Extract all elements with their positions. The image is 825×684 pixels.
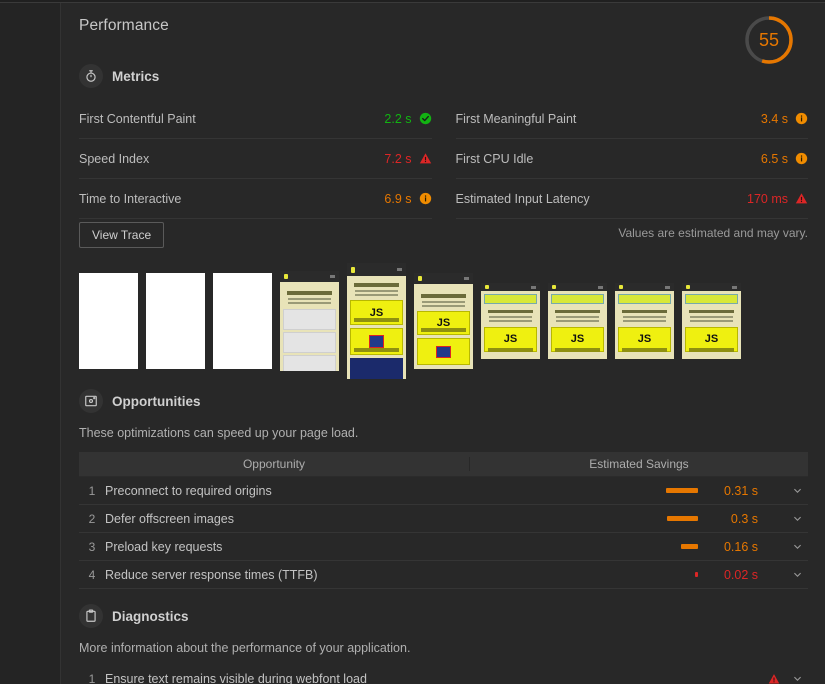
opportunities-section-header: Opportunities [79,388,825,414]
view-trace-button[interactable]: View Trace [79,222,165,248]
metric-value: 6.5 s [760,151,788,166]
table-row[interactable]: 1 Ensure text remains visible during web… [79,665,808,684]
diagnostic-name: Ensure text remains visible during webfo… [105,671,367,684]
opportunity-name: Defer offscreen images [105,511,234,526]
performance-score-gauge: 55 [742,13,796,67]
chevron-down-icon[interactable] [786,541,808,552]
filmstrip-frame: JS [682,283,741,359]
filmstrip: JS JS JS JS JS JS [79,263,825,379]
metric-row[interactable]: Estimated Input Latency 170 ms [455,179,808,219]
check-circle-icon [419,112,432,125]
savings-bar-cell [614,516,704,521]
row-index: 3 [88,539,96,554]
diagnostics-description: More information about the performance o… [79,641,411,655]
view-trace-wrap: View Trace [79,222,825,266]
left-gutter [0,3,60,684]
warning-triangle-icon [762,673,786,684]
metric-name: Time to Interactive [79,191,182,206]
savings-bar [667,516,698,521]
performance-score-value: 55 [758,29,780,50]
info-circle-icon [419,192,432,205]
metrics-estimate-note: Values are estimated and may vary. [618,226,808,240]
metric-value: 2.2 s [384,111,412,126]
row-index: 4 [88,567,96,582]
chevron-down-icon[interactable] [786,673,808,684]
metrics-section-title: Metrics [112,68,160,84]
filmstrip-frame: JS [414,273,473,369]
metric-row[interactable]: First CPU Idle 6.5 s [455,139,808,179]
savings-bar-cell [614,544,704,549]
row-index: 1 [88,483,96,498]
filmstrip-frame [280,271,339,371]
chevron-down-icon[interactable] [786,513,808,524]
row-index: 1 [88,671,96,684]
page-title: Performance [79,17,169,34]
table-row[interactable]: 2 Defer offscreen images 0.3 s [79,505,808,533]
savings-bar [681,544,698,549]
opportunity-name: Preload key requests [105,539,223,554]
performance-header: Performance 55 [61,3,825,64]
opportunities-description: These optimizations can speed up your pa… [79,426,359,440]
table-row[interactable]: 1 Preconnect to required origins 0.31 s [79,477,808,505]
lighthouse-performance-report: Performance 55 Metrics First Contentful … [0,0,825,684]
metric-name: First Contentful Paint [79,111,196,126]
metric-name: First Meaningful Paint [455,111,577,126]
info-circle-icon [795,152,808,165]
savings-value: 0.16 s [723,539,758,554]
metric-value: 170 ms [747,191,788,206]
metrics-column-right: First Meaningful Paint 3.4 s First CPU I… [455,99,808,219]
performance-panel: Performance 55 Metrics First Contentful … [60,3,825,684]
metric-value: 7.2 s [384,151,412,166]
metric-name: Speed Index [79,151,150,166]
filmstrip-frame [79,273,138,369]
row-index: 2 [88,511,96,526]
chevron-down-icon[interactable] [786,485,808,496]
clipboard-icon [79,604,103,628]
column-header-opportunity: Opportunity [79,457,470,471]
metric-name: First CPU Idle [455,151,534,166]
metric-row[interactable]: First Contentful Paint 2.2 s [79,99,432,139]
savings-bar [695,572,698,577]
savings-value: 0.3 s [730,511,758,526]
metrics-grid: First Contentful Paint 2.2 s Speed Index… [79,99,808,219]
opportunities-table: Opportunity Estimated Savings 1 Preconne… [79,452,808,589]
filmstrip-frame: JS [615,283,674,359]
opportunities-section-title: Opportunities [112,393,201,409]
metrics-section-header: Metrics [79,63,825,89]
savings-bar-cell [614,572,704,577]
opportunity-name: Reduce server response times (TTFB) [105,567,318,582]
opportunity-name: Preconnect to required origins [105,483,272,498]
filmstrip-frame: JS [548,283,607,359]
diagnostics-section-header: Diagnostics [79,603,825,629]
metric-value: 3.4 s [760,111,788,126]
chevron-down-icon[interactable] [786,569,808,580]
metrics-column-left: First Contentful Paint 2.2 s Speed Index… [79,99,432,219]
filmstrip-frame: JS [481,283,540,359]
metric-row[interactable]: Time to Interactive 6.9 s [79,179,432,219]
warning-triangle-icon [795,192,808,205]
diagnostics-table: 1 Ensure text remains visible during web… [79,665,808,684]
table-row[interactable]: 3 Preload key requests 0.16 s [79,533,808,561]
metric-value: 6.9 s [384,191,412,206]
table-row[interactable]: 4 Reduce server response times (TTFB) 0.… [79,561,808,589]
filmstrip-frame: JS [347,263,406,379]
metric-name: Estimated Input Latency [455,191,590,206]
metric-row[interactable]: Speed Index 7.2 s [79,139,432,179]
stopwatch-icon [79,64,103,88]
info-circle-icon [795,112,808,125]
savings-value: 0.02 s [723,567,758,582]
opportunities-table-header: Opportunity Estimated Savings [79,452,808,477]
diagnostics-section-title: Diagnostics [112,608,189,624]
filmstrip-frame [213,273,272,369]
column-header-savings: Estimated Savings [589,457,689,471]
savings-value: 0.31 s [723,483,758,498]
image-add-icon [79,389,103,413]
metric-row[interactable]: First Meaningful Paint 3.4 s [455,99,808,139]
savings-bar [666,488,698,493]
filmstrip-frame [146,273,205,369]
warning-triangle-icon [419,152,432,165]
savings-bar-cell [614,488,704,493]
